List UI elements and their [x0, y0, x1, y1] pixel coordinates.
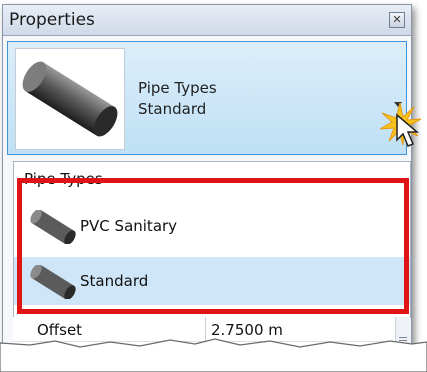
torn-edge [0, 338, 427, 372]
properties-palette: Properties ✕ Pipe Types Standard Pipe Ty… [2, 4, 422, 357]
close-icon: ✕ [392, 13, 402, 26]
title-bar[interactable]: Properties ✕ [3, 5, 411, 36]
mouse-cursor-icon [396, 113, 420, 147]
type-name: Pipe Types Standard [138, 78, 217, 120]
family-name: Pipe Types [138, 79, 217, 97]
pipe-thumbnail [15, 48, 125, 150]
pipe-icon [22, 61, 118, 137]
type-selector[interactable]: Pipe Types Standard [7, 41, 407, 155]
palette-title: Properties [9, 10, 95, 30]
annotation-highlight-box [17, 178, 409, 314]
type-value: Standard [138, 100, 207, 118]
close-button[interactable]: ✕ [389, 12, 405, 28]
